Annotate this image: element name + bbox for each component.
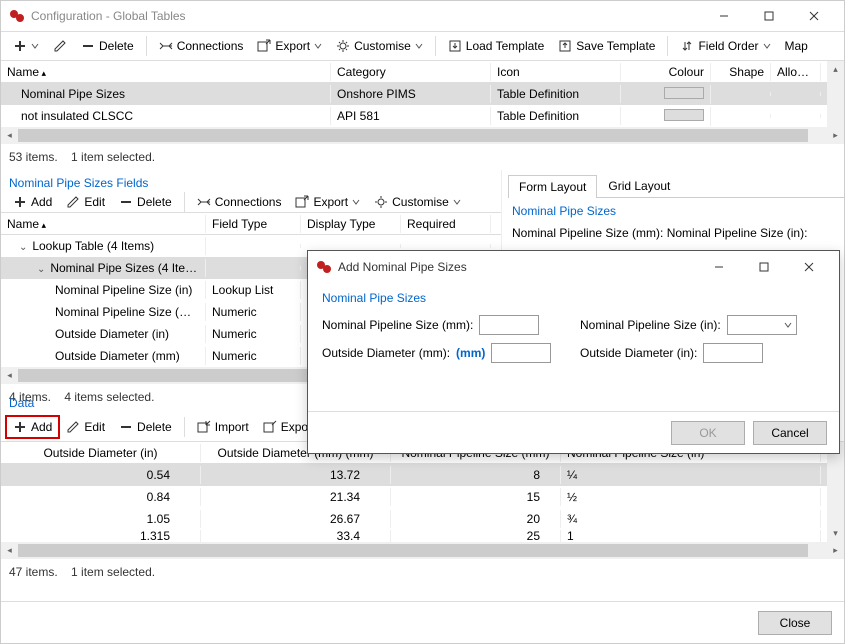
data-grid: Outside Diameter (in)Outside Diameter (m… [1, 442, 827, 542]
top-grid-header: NameCategoryIconColourShapeAllow Ir [1, 61, 827, 83]
add-dialog: Add Nominal Pipe Sizes Nominal Pipe Size… [307, 250, 840, 454]
dialog-ok-button[interactable]: OK [671, 421, 745, 445]
data-edit-button[interactable]: Edit [60, 417, 111, 437]
table-row[interactable]: not insulated CLSCCAPI 581Table Definiti… [1, 105, 827, 127]
select-npin[interactable] [727, 315, 797, 335]
map-button[interactable]: Map [779, 36, 814, 56]
fields-title: Nominal Pipe Sizes Fields [1, 170, 501, 192]
dialog-app-icon [316, 259, 332, 275]
dialog-close-button[interactable] [786, 252, 831, 282]
top-grid: NameCategoryIconColourShapeAllow IrNomin… [1, 61, 827, 127]
colour-swatch [664, 87, 704, 99]
col-field-type[interactable]: Field Type [206, 215, 301, 233]
label-odmm: Outside Diameter (mm): [322, 346, 450, 360]
dialog-row-2: Outside Diameter (mm): (mm) Outside Diam… [308, 339, 839, 367]
connections-button[interactable]: Connections [153, 36, 250, 56]
col-colour[interactable]: Colour [621, 63, 711, 81]
close-button[interactable] [791, 1, 836, 31]
col-required[interactable]: Required [401, 215, 491, 233]
data-hscroll[interactable]: ◂▸ [1, 542, 844, 559]
col-display-type[interactable]: Display Type [301, 215, 401, 233]
dialog-title: Add Nominal Pipe Sizes [338, 260, 696, 274]
load-template-button[interactable]: Load Template [442, 36, 551, 56]
tab-grid-layout[interactable]: Grid Layout [597, 174, 681, 197]
edit-icon-button[interactable] [47, 36, 73, 56]
data-delete-button[interactable]: Delete [113, 417, 178, 437]
titlebar: Configuration - Global Tables [1, 1, 844, 31]
colour-swatch [664, 109, 704, 121]
save-template-button[interactable]: Save Template [552, 36, 661, 56]
tab-form-layout[interactable]: Form Layout [508, 175, 597, 198]
layout-tabs: Form Layout Grid Layout [508, 174, 844, 198]
main-footer: Close [1, 601, 844, 643]
fields-edit-button[interactable]: Edit [60, 192, 111, 212]
col-category[interactable]: Category [331, 63, 491, 81]
col-odin[interactable]: Outside Diameter (in) [1, 444, 201, 462]
unit-odmm: (mm) [456, 346, 485, 360]
vscrollbar[interactable]: ▴ [827, 61, 844, 127]
app-icon [9, 8, 25, 24]
add-button[interactable] [7, 36, 45, 56]
minimize-button[interactable] [701, 1, 746, 31]
dialog-minimize-button[interactable] [696, 252, 741, 282]
data-grid-container: Outside Diameter (in)Outside Diameter (m… [1, 442, 844, 542]
fields-connections-button[interactable]: Connections [191, 192, 288, 212]
input-odin[interactable] [703, 343, 763, 363]
hscrollbar-top[interactable]: ◂▸ [1, 127, 844, 144]
table-row[interactable]: 1.31533.4251 [1, 530, 827, 542]
input-npmm[interactable] [479, 315, 539, 335]
col-allow[interactable]: Allow Ir [771, 63, 821, 81]
tree-toggle-icon[interactable]: ⌄ [37, 264, 47, 275]
data-import-button[interactable]: Import [191, 417, 255, 437]
dialog-row-1: Nominal Pipeline Size (mm): Nominal Pipe… [308, 311, 839, 339]
delete-button[interactable]: Delete [75, 36, 140, 56]
form-preview-line: Nominal Pipeline Size (mm): Nominal Pipe… [508, 220, 844, 246]
fields-toolbar: Add Edit Delete Connections Export Custo… [1, 192, 501, 213]
col-name[interactable]: Name [1, 215, 206, 233]
table-row[interactable]: 0.8421.3415½ [1, 486, 827, 508]
label-odin: Outside Diameter (in): [580, 346, 697, 360]
dialog-section-title: Nominal Pipe Sizes [308, 283, 839, 311]
dialog-maximize-button[interactable] [741, 252, 786, 282]
maximize-button[interactable] [746, 1, 791, 31]
customise-button[interactable]: Customise [330, 36, 429, 56]
fields-add-button[interactable]: Add [7, 192, 58, 212]
dialog-cancel-button[interactable]: Cancel [753, 421, 827, 445]
table-row[interactable]: 0.5413.728¼ [1, 464, 827, 486]
data-vscroll[interactable]: ▴▾ [827, 442, 844, 542]
col-name[interactable]: Name [1, 63, 331, 81]
data-add-button[interactable]: Add [7, 417, 58, 437]
table-row[interactable]: Nominal Pipe SizesOnshore PIMSTable Defi… [1, 83, 827, 105]
top-grid-container: NameCategoryIconColourShapeAllow IrNomin… [1, 61, 844, 127]
tree-toggle-icon[interactable]: ⌄ [19, 242, 29, 253]
input-odmm[interactable] [491, 343, 551, 363]
form-section-title: Nominal Pipe Sizes [508, 198, 844, 220]
label-npin: Nominal Pipeline Size (in): [580, 318, 721, 332]
fields-customise-button[interactable]: Customise [368, 192, 467, 212]
top-grid-status: 53 items. 1 item selected. [1, 144, 844, 170]
fields-delete-button[interactable]: Delete [113, 192, 178, 212]
export-button[interactable]: Export [251, 36, 328, 56]
main-toolbar: Delete Connections Export Customise Load… [1, 31, 844, 61]
col-icon[interactable]: Icon [491, 63, 621, 81]
label-npmm: Nominal Pipeline Size (mm): [322, 318, 473, 332]
fields-grid-header: NameField TypeDisplay TypeRequired [1, 213, 501, 235]
field-order-button[interactable]: Field Order [674, 36, 776, 56]
dialog-titlebar: Add Nominal Pipe Sizes [308, 251, 839, 283]
table-row[interactable]: 1.0526.6720¾ [1, 508, 827, 530]
col-shape[interactable]: Shape [711, 63, 771, 81]
dialog-footer: OK Cancel [308, 411, 839, 453]
data-status: 47 items. 1 item selected. [1, 559, 844, 585]
close-button-footer[interactable]: Close [758, 611, 832, 635]
fields-export-button[interactable]: Export [289, 192, 366, 212]
window-title: Configuration - Global Tables [31, 9, 701, 23]
